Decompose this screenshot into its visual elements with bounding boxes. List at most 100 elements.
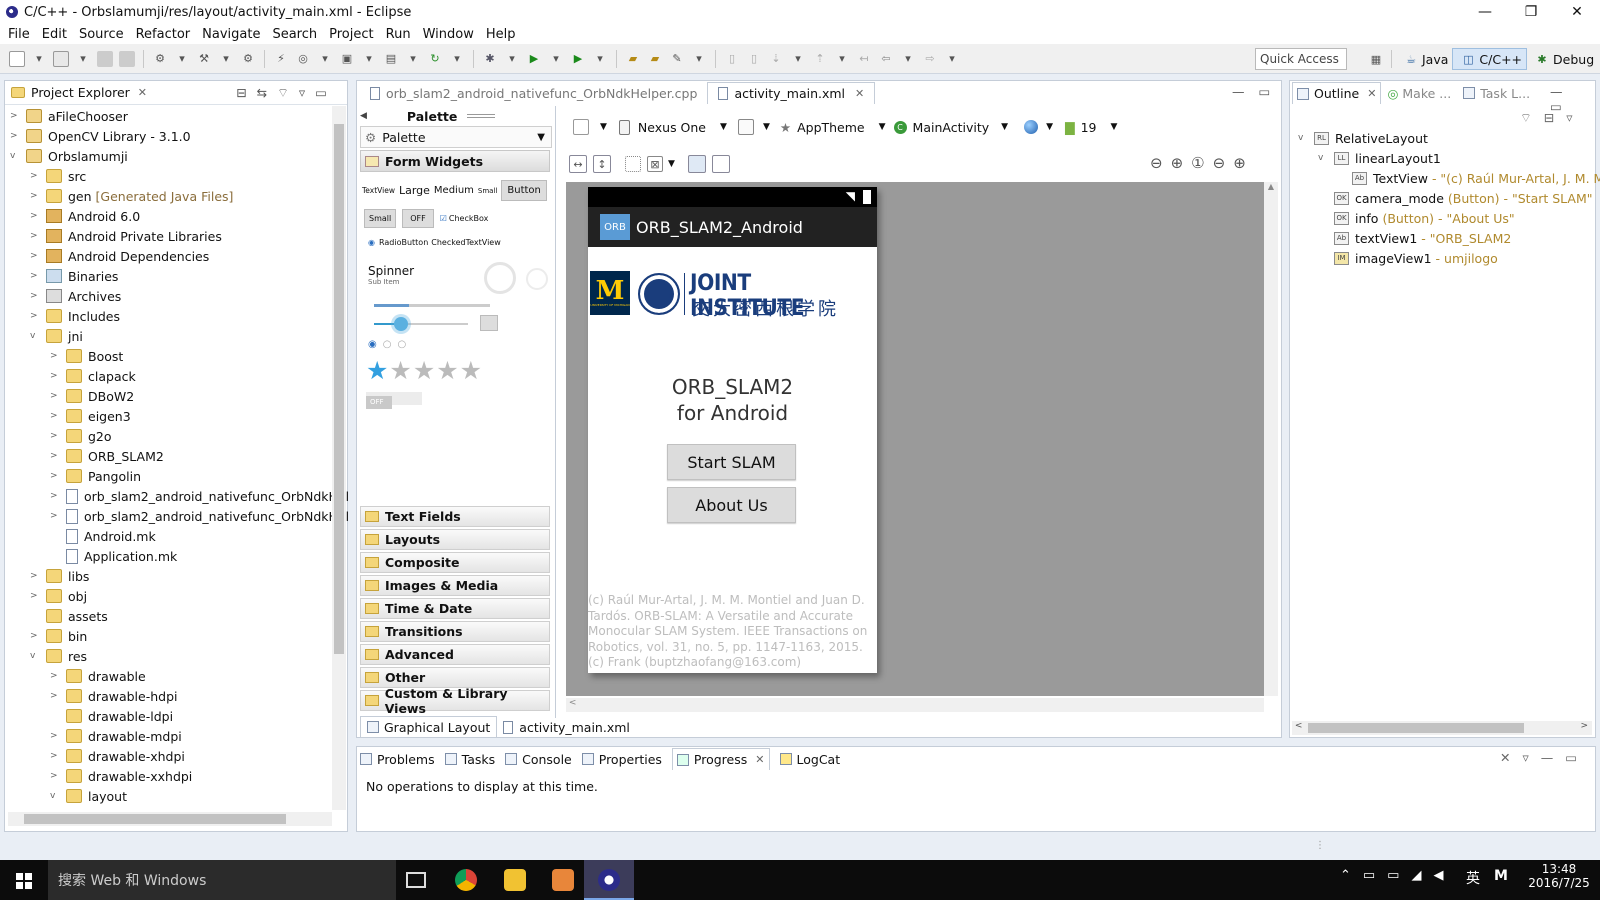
api-level-selector[interactable]: ▇ 19 ▼ [1065,120,1117,135]
gravity-icon[interactable]: ⊠ [647,156,663,172]
tree-item[interactable]: > aFileChooser [10,106,128,126]
new-folder-icon[interactable]: ▣ [339,51,355,67]
palette-form-widgets[interactable]: Form Widgets [360,150,550,172]
tab-graphical-layout[interactable]: Graphical Layout [360,716,498,738]
start-slam-button[interactable]: Start SLAM [667,444,796,480]
dropdown-icon[interactable]: ▾ [691,51,707,67]
tab-outline[interactable]: Outline ✕ [1292,82,1382,104]
dropdown-icon[interactable]: ▾ [361,51,377,67]
outline-row[interactable]: IM imageView1 - umjilogo [1334,248,1498,268]
tree-item[interactable]: > OpenCV Library - 3.1.0 [10,126,191,146]
tree-item[interactable]: > src [30,166,86,186]
switch-widget[interactable]: OFF [366,392,422,409]
expand-icon[interactable] [711,155,730,173]
outline-row[interactable]: v RL RelativeLayout [1298,128,1428,148]
palette-text-fields[interactable]: Text Fields [360,506,550,527]
tree-item[interactable]: > drawable-xhdpi [50,746,185,766]
menu-navigate[interactable]: Navigate [202,27,260,42]
tree-item[interactable]: > ORB_SLAM2 [50,446,164,466]
dropdown-icon[interactable]: ▾ [449,51,465,67]
open-folder-icon[interactable]: ▰ [625,51,641,67]
palette-transitions[interactable]: Transitions [360,621,550,642]
ime-indicator[interactable]: 英 [1466,868,1480,888]
ime-mode-icon[interactable]: M [1494,868,1508,884]
checkbox-icon[interactable]: ☑ [440,214,447,223]
tree-item[interactable]: > Boost [50,346,123,366]
toggle2-icon[interactable]: ▯ [746,51,762,67]
dropdown-icon[interactable]: ▾ [317,51,333,67]
chrome-icon[interactable] [455,869,477,891]
outline-row[interactable]: OK camera_mode (Button) - "Start SLAM" [1334,188,1593,208]
close-tab-icon[interactable]: ✕ [755,753,764,766]
widget-spinner[interactable]: Spinner Sub Item [368,264,414,286]
settings-icon[interactable]: ⚙ [240,51,256,67]
dropdown-icon[interactable]: ▾ [834,51,850,67]
hammer-icon[interactable]: ⚒ [196,51,212,67]
media-player-icon[interactable] [552,869,574,891]
canvas-vscrollbar[interactable]: ▲ [1264,182,1278,696]
palette-advanced[interactable]: Advanced [360,644,550,665]
tree-item[interactable]: > Includes [30,306,120,326]
outline-row[interactable]: v LL linearLayout1 [1318,148,1441,168]
editor-min-max-icons[interactable]: —▭ [1232,84,1284,99]
outline-row[interactable]: Ab TextView - "(c) Raúl Mur-Artal, J. M. … [1352,168,1600,188]
zoom-real-icon[interactable]: ⊕ [1171,154,1192,172]
menu-refactor[interactable]: Refactor [136,27,191,42]
zoom-100-icon[interactable]: ① [1191,154,1212,172]
tree-item[interactable]: > Android Private Libraries [30,226,222,246]
tree-item[interactable]: > orb_slam2_android_nativefunc_OrbNdkHel [50,506,349,526]
tab-make[interactable]: ◎ Make ... [1381,86,1457,101]
dropdown-icon[interactable]: ▾ [174,51,190,67]
explorer-vscrollbar[interactable] [332,106,346,810]
tree-item[interactable]: > Android 6.0 [30,206,140,226]
tree-item[interactable]: Android.mk [66,526,156,546]
dropdown-icon[interactable]: ▾ [592,51,608,67]
tab-cpp[interactable]: orb_slam2_android_nativefunc_OrbNdkHelpe… [360,86,707,101]
dropdown-icon[interactable]: ▾ [900,51,916,67]
quick-contact-icon[interactable] [480,315,498,331]
minimize-icon[interactable]: — [1462,0,1508,24]
close-tab-icon[interactable]: ✕ [138,86,147,99]
tree-item[interactable]: v jni [30,326,83,346]
tree-item[interactable]: > Binaries [30,266,118,286]
open-icon[interactable]: ▰ [647,51,663,67]
tree-item[interactable]: > g2o [50,426,112,446]
menu-project[interactable]: Project [329,27,373,42]
pin-icon[interactable]: ✎ [669,51,685,67]
dropdown-icon[interactable]: ▼ [600,122,607,132]
palette-custom-views[interactable]: Custom & Library Views [360,686,550,716]
progress-small-icon[interactable] [526,268,548,290]
save-icon[interactable] [97,50,113,67]
prev-annotation-icon[interactable]: ⇡ [812,51,828,67]
dropdown-icon[interactable]: ▾ [944,51,960,67]
zoom-fit-icon[interactable]: ⊖ [1150,154,1171,172]
wand-icon[interactable]: ⚡ [273,51,289,67]
outline-hscrollbar[interactable]: < > [1292,721,1592,735]
explorer-hscrollbar[interactable] [8,812,332,826]
dropdown-icon[interactable]: ▼ [763,122,770,132]
dropdown-icon[interactable]: ▼ [1046,122,1053,132]
seek-bar[interactable] [374,323,468,325]
activity-selector[interactable]: C MainActivity ▼ [893,120,1019,135]
palette-composite[interactable]: Composite [360,552,550,573]
dropdown-icon[interactable]: ▾ [218,51,234,67]
tab-properties[interactable]: Properties [581,752,662,767]
tree-item[interactable]: Application.mk [66,546,177,566]
bottom-view-icons[interactable]: ✕▿—▭ [1500,750,1589,765]
view-toolbar-icons[interactable]: ⊟⇆⌔▿▭ [236,85,337,101]
menu-help[interactable]: Help [486,27,516,42]
dropdown-icon[interactable]: ▾ [504,51,520,67]
tree-item[interactable]: > drawable-mdpi [50,726,182,746]
tree-item[interactable]: > eigen3 [50,406,131,426]
tree-item[interactable]: > drawable-xxhdpi [50,766,192,786]
tree-item[interactable]: > gen [Generated Java Files] [30,186,233,206]
forward-icon[interactable]: ⇨ [922,51,938,67]
build-icon[interactable]: ⚙ [152,51,168,67]
tab-logcat[interactable]: LogCat [779,752,840,767]
last-edit-icon[interactable]: ↤ [856,51,872,67]
run-icon[interactable]: ▶ [526,51,542,67]
canvas-hscrollbar[interactable]: < [566,698,1264,712]
project-explorer-tab[interactable]: Project Explorer ✕ ⊟⇆⌔▿▭ [5,81,347,105]
taskbar-eclipse[interactable] [584,860,634,900]
tree-item[interactable]: > Archives [30,286,121,306]
